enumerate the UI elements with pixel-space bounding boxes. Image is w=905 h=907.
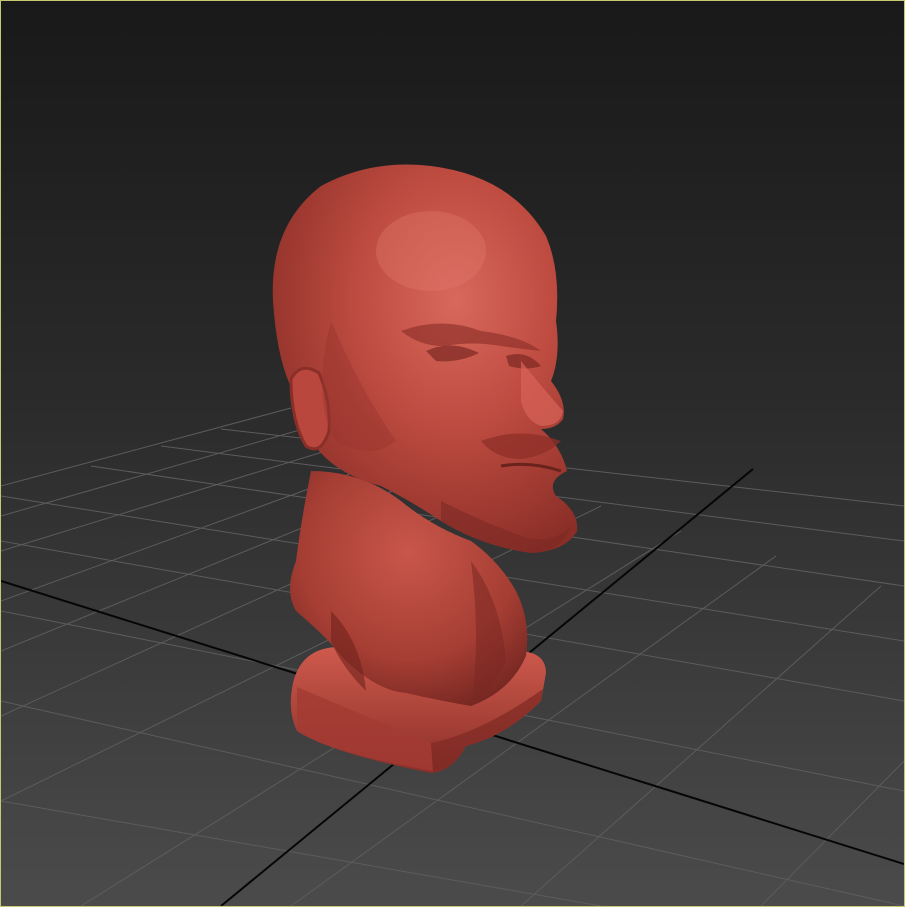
3d-viewport[interactable] (0, 0, 905, 907)
forehead-highlight (376, 211, 486, 291)
viewport-canvas[interactable] (1, 1, 904, 906)
